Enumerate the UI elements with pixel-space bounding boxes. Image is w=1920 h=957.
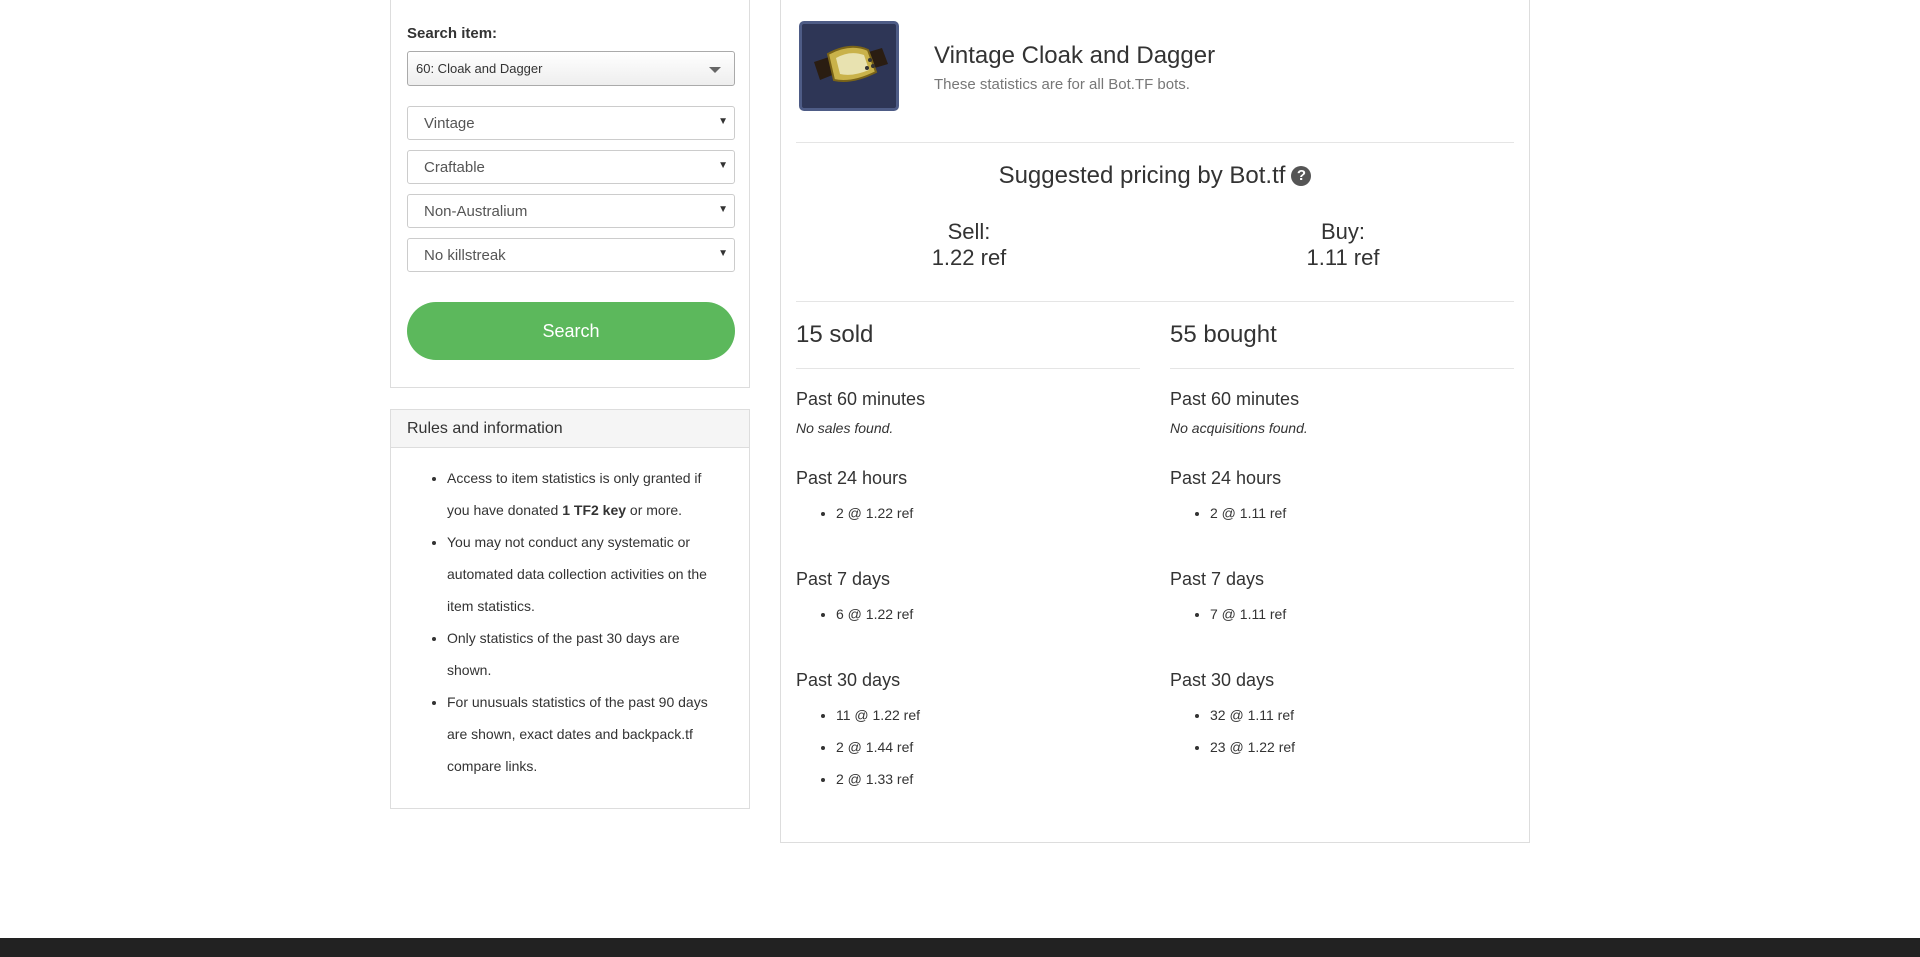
craftable-select[interactable]: Craftable ▼ (407, 150, 735, 184)
item-title: Vintage Cloak and Dagger (934, 42, 1216, 69)
quality-select-value: Vintage (424, 115, 475, 132)
sold-past-60-empty: No sales found. (796, 420, 894, 436)
rules-title: Rules and information (391, 410, 749, 448)
item-select[interactable]: 60: Cloak and Dagger (407, 51, 735, 86)
bought-past-60-title: Past 60 minutes (1170, 389, 1300, 409)
search-item-label: Search item: (407, 25, 498, 42)
buy-value: 1.11 ref (1306, 245, 1380, 270)
chevron-down-icon (709, 67, 721, 73)
bought-past-7-list: 7 @ 1.11 ref (1170, 598, 1286, 630)
suggested-pricing-text: Suggested pricing by Bot.tf (998, 162, 1286, 189)
rule-item: Only statistics of the past 30 days are … (447, 622, 727, 686)
australium-select-value: Non-Australium (424, 203, 528, 220)
divider (1170, 368, 1514, 369)
caret-down-icon: ▼ (718, 248, 728, 259)
bought-past-24-list: 2 @ 1.11 ref (1170, 497, 1286, 529)
item-select-value: 60: Cloak and Dagger (416, 61, 543, 76)
rules-list: Access to item statistics is only grante… (407, 462, 727, 782)
rule-text: or more. (626, 502, 683, 518)
killstreak-select-value: No killstreak (424, 247, 506, 264)
sold-past-7-title: Past 7 days (796, 569, 891, 589)
sold-past-30-list: 11 @ 1.22 ref 2 @ 1.44 ref 2 @ 1.33 ref (796, 699, 920, 795)
bought-past-30-title: Past 30 days (1170, 670, 1275, 690)
list-item: 11 @ 1.22 ref (836, 699, 920, 731)
sell-value: 1.22 ref (931, 245, 1007, 270)
rule-item: Access to item statistics is only grante… (447, 462, 727, 526)
bought-count: 55 bought (1170, 321, 1277, 348)
item-stats-panel: Vintage Cloak and Dagger These statistic… (780, 0, 1530, 843)
caret-down-icon: ▼ (718, 116, 728, 127)
list-item: 2 @ 1.44 ref (836, 731, 920, 763)
list-item: 32 @ 1.11 ref (1210, 699, 1295, 731)
sell-label: Sell: (947, 219, 991, 244)
sold-past-7-list: 6 @ 1.22 ref (796, 598, 913, 630)
rule-bold-text: 1 TF2 key (562, 502, 627, 518)
divider (796, 142, 1514, 143)
caret-down-icon: ▼ (718, 204, 728, 215)
rules-panel: Rules and information Access to item sta… (390, 409, 750, 809)
list-item: 7 @ 1.11 ref (1210, 598, 1286, 630)
cloak-and-dagger-watch-icon (799, 21, 899, 111)
search-button[interactable]: Search (407, 302, 735, 360)
sold-count: 15 sold (796, 321, 874, 348)
buy-price: Buy: 1.11 ref (1243, 219, 1443, 271)
sold-past-30-title: Past 30 days (796, 670, 901, 690)
killstreak-select[interactable]: No killstreak ▼ (407, 238, 735, 272)
divider (796, 368, 1140, 369)
craftable-select-value: Craftable (424, 159, 485, 176)
list-item: 2 @ 1.22 ref (836, 497, 913, 529)
sell-price: Sell: 1.22 ref (869, 219, 1069, 271)
footer (0, 938, 1920, 957)
item-subtitle: These statistics are for all Bot.TF bots… (934, 76, 1190, 93)
quality-select[interactable]: Vintage ▼ (407, 106, 735, 140)
list-item: 2 @ 1.11 ref (1210, 497, 1286, 529)
sold-past-60-title: Past 60 minutes (796, 389, 926, 409)
list-item: 6 @ 1.22 ref (836, 598, 913, 630)
bought-past-7-title: Past 7 days (1170, 569, 1265, 589)
list-item: 23 @ 1.22 ref (1210, 731, 1295, 763)
australium-select[interactable]: Non-Australium ▼ (407, 194, 735, 228)
caret-down-icon: ▼ (718, 160, 728, 171)
divider (796, 301, 1514, 302)
sold-past-24-title: Past 24 hours (796, 468, 908, 488)
sold-past-24-list: 2 @ 1.22 ref (796, 497, 913, 529)
rule-item: You may not conduct any systematic or au… (447, 526, 727, 622)
question-circle-icon[interactable]: ? (1291, 166, 1312, 186)
buy-label: Buy: (1320, 219, 1366, 244)
bought-past-24-title: Past 24 hours (1170, 468, 1282, 488)
bought-past-30-list: 32 @ 1.11 ref 23 @ 1.22 ref (1170, 699, 1295, 763)
suggested-pricing-title: Suggested pricing by Bot.tf? (781, 162, 1529, 190)
search-panel: Search item: 60: Cloak and Dagger Vintag… (390, 0, 750, 388)
rule-item: For unusuals statistics of the past 90 d… (447, 686, 727, 782)
list-item: 2 @ 1.33 ref (836, 763, 920, 795)
bought-past-60-empty: No acquisitions found. (1170, 420, 1308, 436)
